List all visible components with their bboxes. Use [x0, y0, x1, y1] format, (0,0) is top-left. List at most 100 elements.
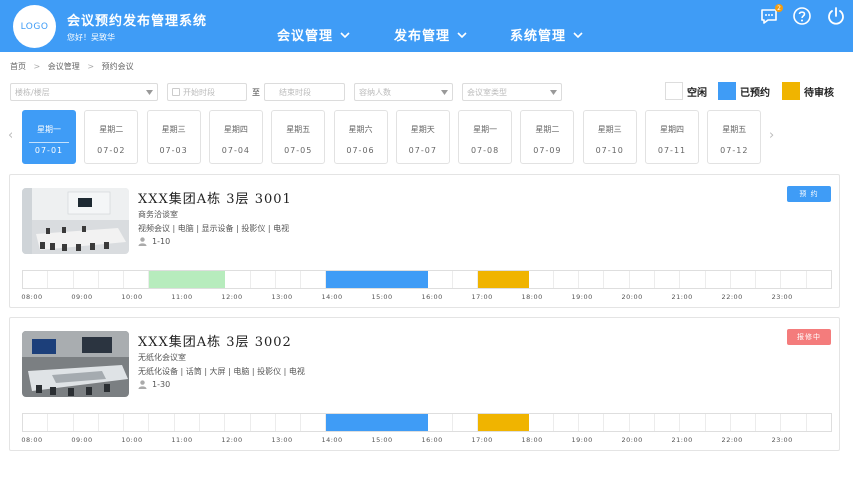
time-slot[interactable]	[48, 271, 74, 288]
time-slot[interactable]	[428, 414, 453, 431]
time-slot[interactable]	[630, 414, 656, 431]
time-slot[interactable]	[680, 414, 706, 431]
reserve-button[interactable]: 预 约	[787, 186, 831, 202]
time-slot[interactable]	[781, 271, 807, 288]
time-slot[interactable]	[351, 414, 377, 431]
time-slot[interactable]	[731, 271, 757, 288]
time-slot[interactable]	[706, 414, 731, 431]
time-slot[interactable]	[23, 414, 49, 431]
date-tab[interactable]: 星期三 07-03	[146, 110, 201, 164]
date-tab[interactable]: 星期六 07-06	[333, 110, 388, 164]
end-time-input[interactable]: 结束时段	[264, 83, 345, 101]
time-slot[interactable]	[99, 414, 125, 431]
system-title: 会议预约发布管理系统	[67, 14, 208, 29]
time-tick-label: 23:00	[771, 293, 793, 301]
time-slot[interactable]	[655, 414, 681, 431]
time-slot[interactable]	[326, 271, 352, 288]
time-slot[interactable]	[680, 271, 706, 288]
date-tab[interactable]: 星期三 07-10	[582, 110, 637, 164]
date-tab[interactable]: 星期四 07-04	[208, 110, 263, 164]
time-slot[interactable]	[199, 271, 226, 288]
time-slot[interactable]	[731, 414, 757, 431]
time-slot[interactable]	[554, 271, 580, 288]
time-slot[interactable]	[251, 271, 276, 288]
room-type-select[interactable]: 会议室类型	[462, 83, 562, 101]
date-tab[interactable]: 星期一 07-08	[458, 110, 513, 164]
breadcrumb-meeting-management[interactable]: 会议管理	[48, 62, 80, 71]
time-slot[interactable]	[48, 414, 74, 431]
time-slot[interactable]	[453, 271, 479, 288]
time-tick-label: 10:00	[121, 436, 143, 444]
time-slot[interactable]	[503, 271, 529, 288]
time-slot[interactable]	[706, 271, 731, 288]
time-slot[interactable]	[225, 414, 251, 431]
time-slot[interactable]	[478, 271, 504, 288]
date-tab[interactable]: 星期一 07-01	[22, 110, 76, 164]
nav-meeting-management[interactable]: 会议管理	[277, 25, 350, 44]
time-slot[interactable]	[630, 271, 656, 288]
date-tab[interactable]: 星期五 07-12	[707, 110, 762, 164]
time-slot[interactable]	[529, 271, 554, 288]
nav-publish-management[interactable]: 发布管理	[394, 25, 467, 44]
date-tab[interactable]: 星期二 07-09	[520, 110, 575, 164]
time-slot[interactable]	[579, 414, 605, 431]
time-slot[interactable]	[149, 271, 175, 288]
time-slot[interactable]	[124, 271, 150, 288]
date-tab[interactable]: 星期天 07-07	[395, 110, 450, 164]
time-slot[interactable]	[200, 414, 226, 431]
booking-timeline[interactable]	[22, 270, 832, 289]
time-slot[interactable]	[402, 414, 428, 431]
next-dates-arrow[interactable]: ›	[769, 128, 774, 143]
time-slot[interactable]	[376, 414, 403, 431]
time-slot[interactable]	[503, 414, 529, 431]
date-tab[interactable]: 星期二 07-02	[84, 110, 139, 164]
time-slot[interactable]	[807, 271, 831, 288]
time-slot[interactable]	[175, 414, 200, 431]
time-slot[interactable]	[276, 271, 302, 288]
booking-timeline[interactable]	[22, 413, 832, 432]
time-slot[interactable]	[529, 414, 554, 431]
capacity-select[interactable]: 容纳人数	[354, 83, 453, 101]
time-slot[interactable]	[781, 414, 807, 431]
time-slot[interactable]	[23, 271, 49, 288]
time-slot[interactable]	[124, 414, 150, 431]
legend-label: 已预约	[740, 87, 770, 99]
time-slot[interactable]	[99, 271, 125, 288]
time-slot[interactable]	[453, 414, 479, 431]
date-tab[interactable]: 星期四 07-11	[645, 110, 699, 164]
time-slot[interactable]	[74, 271, 99, 288]
time-slot[interactable]	[756, 271, 782, 288]
power-icon[interactable]	[826, 6, 846, 26]
nav-system-management[interactable]: 系统管理	[510, 25, 583, 44]
time-slot[interactable]	[174, 271, 200, 288]
start-time-input[interactable]: 开始时段	[167, 83, 247, 101]
time-slot[interactable]	[301, 414, 327, 431]
breadcrumb-separator: >	[87, 62, 95, 71]
time-slot[interactable]	[149, 414, 175, 431]
chevron-down-icon	[340, 31, 350, 38]
time-slot[interactable]	[604, 271, 630, 288]
time-slot[interactable]	[276, 414, 302, 431]
time-slot[interactable]	[579, 271, 605, 288]
time-slot[interactable]	[428, 271, 453, 288]
time-slot[interactable]	[807, 414, 831, 431]
time-slot[interactable]	[225, 271, 251, 288]
time-slot[interactable]	[376, 271, 403, 288]
time-slot[interactable]	[655, 271, 681, 288]
time-slot[interactable]	[74, 414, 99, 431]
time-slot[interactable]	[478, 414, 504, 431]
time-slot[interactable]	[351, 271, 377, 288]
help-icon[interactable]	[792, 6, 812, 26]
time-slot[interactable]	[402, 271, 428, 288]
time-slot[interactable]	[604, 414, 630, 431]
time-slot[interactable]	[251, 414, 276, 431]
time-slot[interactable]	[554, 414, 580, 431]
building-floor-select[interactable]: 楼栋/楼层	[10, 83, 158, 101]
time-slot[interactable]	[301, 271, 327, 288]
prev-dates-arrow[interactable]: ‹	[8, 128, 13, 143]
time-slot[interactable]	[756, 414, 782, 431]
time-slot[interactable]	[326, 414, 352, 431]
breadcrumb-home[interactable]: 首页	[10, 62, 26, 71]
repair-status-button[interactable]: 报修中	[787, 329, 831, 345]
date-tab[interactable]: 星期五 07-05	[271, 110, 326, 164]
